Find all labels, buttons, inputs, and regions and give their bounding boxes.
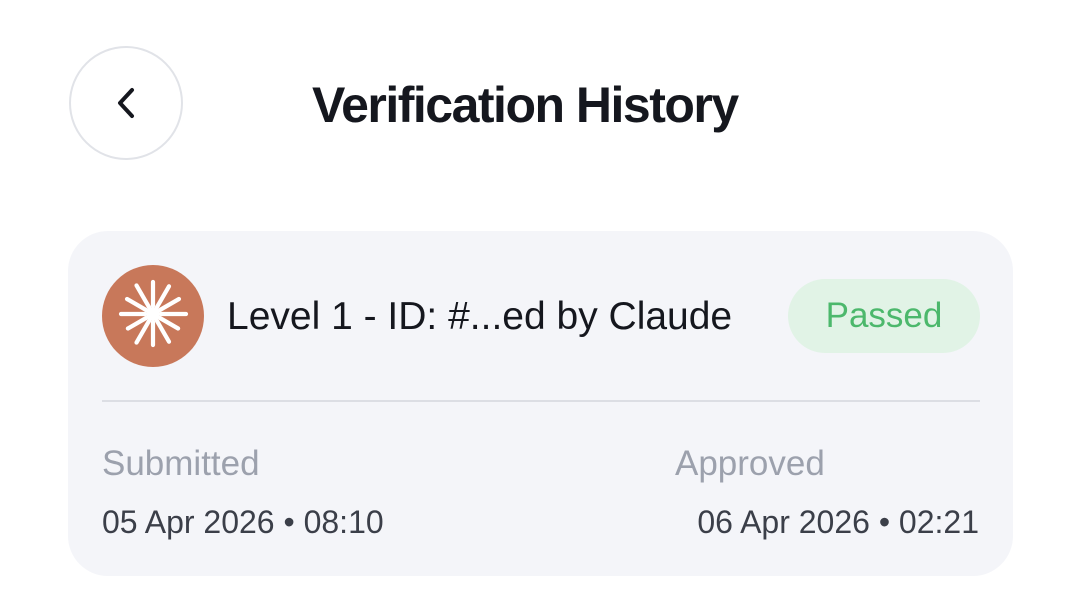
sunburst-logo-icon [115,276,191,357]
submitted-value: 05 Apr 2026 • 08:10 [102,504,384,540]
approved-value: 06 Apr 2026 • 02:21 [697,504,979,540]
verification-card[interactable]: Level 1 - ID: #...ed by Claude Passed Su… [68,231,1013,576]
back-button[interactable] [69,46,183,160]
verification-title: Level 1 - ID: #...ed by Claude [227,295,733,338]
avatar [102,265,204,367]
page-title: Verification History [312,77,739,133]
submitted-label: Submitted [102,444,260,483]
chevron-left-icon [113,84,139,122]
divider [102,400,980,402]
status-badge: Passed [788,279,980,353]
approved-label: Approved [675,444,825,483]
